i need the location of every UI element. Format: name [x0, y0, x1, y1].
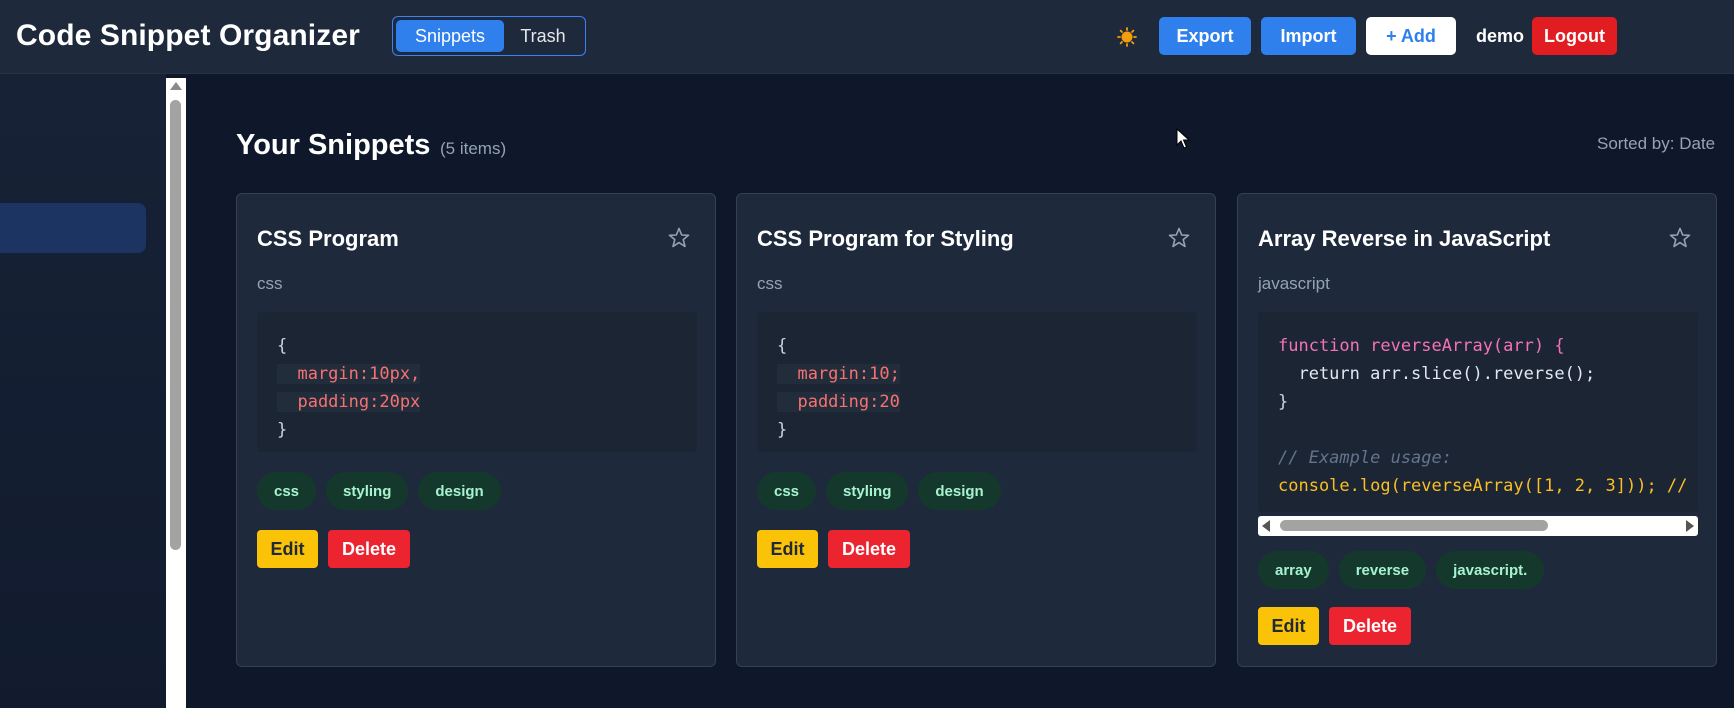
scroll-right-icon[interactable]: [1686, 520, 1694, 532]
tag[interactable]: javascript.: [1436, 551, 1545, 589]
tag[interactable]: design: [918, 472, 1001, 510]
sidebar: [0, 74, 166, 708]
code-line: }: [1278, 392, 1289, 412]
mouse-cursor-icon: [1176, 128, 1190, 149]
scroll-thumb[interactable]: [1280, 520, 1548, 531]
card-actions: Edit Delete: [257, 530, 410, 568]
snippet-card: Array Reverse in JavaScript javascript f…: [1237, 193, 1717, 667]
sort-label: Sorted by: Date: [1597, 134, 1716, 153]
edit-button[interactable]: Edit: [757, 530, 818, 568]
star-icon[interactable]: [667, 226, 691, 250]
scroll-left-icon[interactable]: [1262, 520, 1270, 532]
snippet-title: CSS Program for Styling: [757, 226, 1014, 251]
star-icon[interactable]: [1167, 226, 1191, 250]
code-line: padding:20px: [277, 392, 421, 412]
tag[interactable]: array: [1258, 551, 1329, 589]
delete-button[interactable]: Delete: [1329, 607, 1411, 645]
sidebar-scrollbar[interactable]: [166, 78, 186, 708]
app-header: Code Snippet Organizer Snippets Trash Ex…: [0, 0, 1734, 74]
page-title: Your Snippets: [236, 129, 431, 161]
card-actions: Edit Delete: [757, 530, 910, 568]
code-line: function reverseArray(arr) {: [1278, 336, 1565, 356]
tag[interactable]: design: [418, 472, 501, 510]
snippet-card: CSS Program for Styling css { margin:10;…: [736, 193, 1216, 667]
username: demo: [1476, 26, 1525, 46]
code-block: { margin:10; padding:20 }: [757, 312, 1197, 452]
code-horizontal-scrollbar[interactable]: [1258, 516, 1698, 536]
edit-button[interactable]: Edit: [257, 530, 318, 568]
tag[interactable]: reverse: [1338, 551, 1427, 589]
scroll-thumb[interactable]: [170, 100, 181, 550]
edit-button[interactable]: Edit: [1258, 607, 1319, 645]
code-line: return arr.slice().reverse();: [1278, 364, 1596, 384]
code-line: console.log(reverseArray([1, 2, 3])); //: [1278, 476, 1688, 496]
tab-trash[interactable]: Trash: [504, 20, 582, 52]
app-title: Code Snippet Organizer: [16, 19, 360, 52]
delete-button[interactable]: Delete: [328, 530, 410, 568]
code-line: // Example usage:: [1278, 448, 1452, 468]
delete-button[interactable]: Delete: [828, 530, 910, 568]
view-tabs: Snippets Trash: [392, 16, 586, 56]
tag[interactable]: css: [257, 472, 317, 510]
tab-snippets[interactable]: Snippets: [396, 20, 504, 52]
sidebar-item-active[interactable]: [0, 203, 146, 253]
snippet-language: javascript: [1258, 274, 1330, 293]
snippet-language: css: [257, 274, 283, 293]
snippet-title: CSS Program: [257, 226, 399, 251]
tag-list: css styling design: [757, 472, 1001, 510]
sun-icon[interactable]: [1117, 27, 1137, 47]
snippet-title: Array Reverse in JavaScript: [1258, 226, 1551, 251]
code-line: margin:10;: [777, 364, 900, 384]
code-line: {: [277, 336, 288, 356]
star-icon[interactable]: [1668, 226, 1692, 250]
tag[interactable]: styling: [326, 472, 409, 510]
tag-list: css styling design: [257, 472, 501, 510]
add-snippet-button[interactable]: + Add: [1366, 17, 1456, 55]
code-line: }: [277, 420, 288, 440]
code-line: margin:10px,: [277, 364, 421, 384]
code-block: function reverseArray(arr) { return arr.…: [1258, 312, 1698, 512]
logout-button[interactable]: Logout: [1532, 17, 1617, 55]
tag[interactable]: css: [757, 472, 817, 510]
snippet-language: css: [757, 274, 783, 293]
code-block: { margin:10px, padding:20px }: [257, 312, 697, 452]
scroll-up-icon[interactable]: [170, 82, 182, 90]
export-button[interactable]: Export: [1159, 17, 1251, 55]
code-line: padding:20: [777, 392, 900, 412]
code-line: {: [777, 336, 788, 356]
item-count: (5 items): [440, 139, 507, 158]
tag-list: array reverse javascript.: [1258, 551, 1545, 589]
code-line: }: [777, 420, 788, 440]
import-button[interactable]: Import: [1261, 17, 1356, 55]
snippet-card: CSS Program css { margin:10px, padding:2…: [236, 193, 716, 667]
tag[interactable]: styling: [826, 472, 909, 510]
card-actions: Edit Delete: [1258, 607, 1411, 645]
